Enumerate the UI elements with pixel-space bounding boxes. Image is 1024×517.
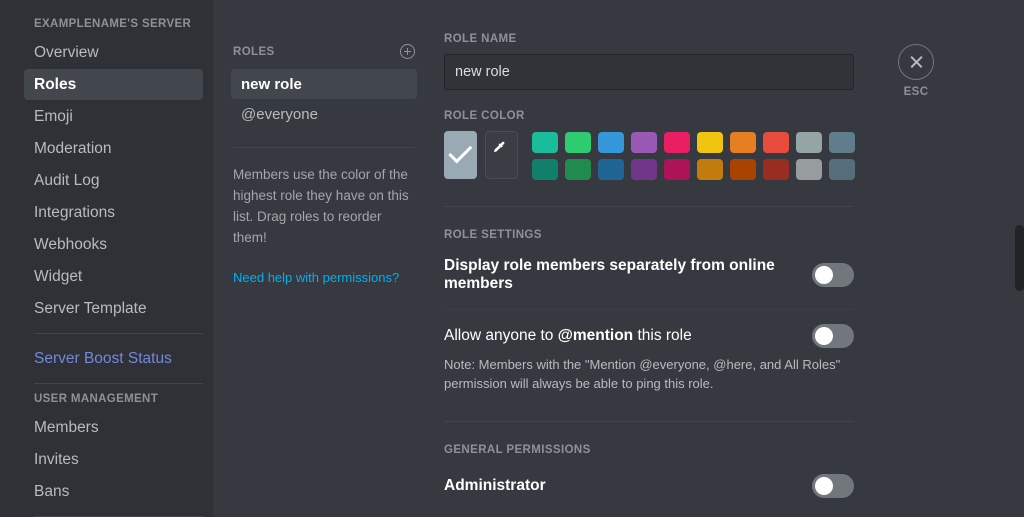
color-swatch-r2-c9[interactable] (796, 159, 822, 180)
role-settings-label: ROLE SETTINGS (444, 229, 542, 241)
sidebar-item-label: Server Template (34, 299, 147, 317)
check-icon (447, 139, 472, 164)
setting-row-administrator: Administrator (444, 474, 854, 498)
setting-label: Allow anyone to @mention this role (444, 327, 692, 345)
setting-row-display-separately: Display role members separately from onl… (444, 257, 854, 293)
toggle-knob (815, 477, 833, 495)
color-swatch-r2-c7[interactable] (730, 159, 756, 180)
section-divider (444, 206, 854, 207)
toggle-display-separately[interactable] (812, 263, 854, 287)
setting-label: Display role members separately from onl… (444, 257, 775, 292)
custom-color-swatch[interactable] (485, 131, 518, 179)
color-swatch-r2-c5[interactable] (664, 159, 690, 180)
color-swatch-r1-c5[interactable] (664, 132, 690, 153)
sidebar-item-moderation[interactable]: Moderation (24, 133, 203, 164)
plus-circle-icon[interactable] (400, 44, 415, 59)
setting-row-allow-mention: Allow anyone to @mention this role (444, 324, 854, 348)
color-swatch-r1-c10[interactable] (829, 132, 855, 153)
sidebar-item-label: Roles (34, 75, 77, 93)
color-swatch-r2-c2[interactable] (565, 159, 591, 180)
sidebar-item-label: Overview (34, 43, 99, 61)
color-swatch-r2-c6[interactable] (697, 159, 723, 180)
sidebar-item-overview[interactable]: Overview (24, 37, 203, 68)
sidebar-item-label: Moderation (34, 139, 112, 157)
sidebar-divider (34, 333, 203, 334)
settings-sidebar: EXAMPLENAME'S SERVER Overview Roles Emoj… (0, 0, 213, 517)
role-color-label: ROLE COLOR (444, 110, 525, 122)
sidebar-item-invites[interactable]: Invites (24, 444, 203, 475)
toggle-allow-mention[interactable] (812, 324, 854, 348)
sidebar-item-emoji[interactable]: Emoji (24, 101, 203, 132)
color-swatch-r2-c4[interactable] (631, 159, 657, 180)
color-swatch-r1-c1[interactable] (532, 132, 558, 153)
color-swatch-r1-c2[interactable] (565, 132, 591, 153)
color-swatch-r1-c4[interactable] (631, 132, 657, 153)
close-settings-area: ESC (886, 44, 946, 98)
toggle-administrator[interactable] (812, 474, 854, 498)
roles-help-note: Members use the color of the highest rol… (233, 167, 409, 245)
sidebar-divider (34, 383, 203, 384)
color-swatch-r1-c9[interactable] (796, 132, 822, 153)
server-name-header: EXAMPLENAME'S SERVER (34, 18, 192, 30)
sidebar-item-label: Emoji (34, 107, 73, 125)
role-name-input[interactable] (444, 54, 854, 90)
sidebar-item-webhooks[interactable]: Webhooks (24, 229, 203, 260)
sidebar-item-label: Widget (34, 267, 83, 285)
roles-list-panel: ROLES new role @everyone Members use the… (213, 0, 435, 517)
role-item-label: @everyone (241, 105, 318, 123)
setting-label-suffix: this role (633, 327, 692, 344)
role-color-picker (444, 131, 855, 180)
role-name-label: ROLE NAME (444, 33, 517, 45)
sidebar-item-label: Audit Log (34, 171, 100, 189)
mention-note-text: Note: Members with the "Mention @everyon… (444, 357, 841, 391)
settings-window: EXAMPLENAME'S SERVER Overview Roles Emoj… (0, 0, 1024, 517)
roles-list-header: ROLES (213, 44, 435, 59)
permission-label: Administrator (444, 477, 546, 494)
color-swatch-r2-c3[interactable] (598, 159, 624, 180)
default-color-swatch[interactable] (444, 131, 478, 179)
sidebar-item-widget[interactable]: Widget (24, 261, 203, 292)
permissions-help-link[interactable]: Need help with permissions? (213, 248, 435, 285)
close-x-icon[interactable] (898, 44, 934, 80)
toggle-knob (815, 266, 833, 284)
sidebar-item-label: Bans (34, 482, 70, 500)
sidebar-item-server-boost-status[interactable]: Server Boost Status (24, 343, 203, 374)
section-divider (444, 309, 854, 310)
sidebar-item-bans[interactable]: Bans (24, 476, 203, 507)
roles-divider (233, 147, 415, 148)
sidebar-item-label: Members (34, 418, 99, 436)
roles-header-label: ROLES (233, 45, 275, 58)
toggle-knob (815, 327, 833, 345)
esc-label: ESC (903, 86, 929, 98)
sidebar-item-server-template[interactable]: Server Template (24, 293, 203, 324)
section-divider (444, 421, 854, 422)
user-management-header: USER MANAGEMENT (34, 393, 159, 405)
color-swatch-r1-c6[interactable] (697, 132, 723, 153)
general-permissions-label: GENERAL PERMISSIONS (444, 444, 591, 456)
main-scrollbar-thumb[interactable] (1015, 225, 1024, 291)
role-list-item-new-role[interactable]: new role (231, 69, 417, 99)
sidebar-item-label: Invites (34, 450, 79, 468)
sidebar-item-label: Server Boost Status (34, 349, 172, 367)
sidebar-item-roles[interactable]: Roles (24, 69, 203, 100)
sidebar-item-integrations[interactable]: Integrations (24, 197, 203, 228)
color-swatch-r1-c3[interactable] (598, 132, 624, 153)
color-swatch-r1-c8[interactable] (763, 132, 789, 153)
color-swatch-r2-c1[interactable] (532, 159, 558, 180)
role-list-item-everyone[interactable]: @everyone (231, 99, 417, 129)
sidebar-item-label: Integrations (34, 203, 115, 221)
color-swatch-r2-c8[interactable] (763, 159, 789, 180)
color-swatch-r1-c7[interactable] (730, 132, 756, 153)
setting-label-bold: @mention (557, 327, 634, 344)
sidebar-item-audit-log[interactable]: Audit Log (24, 165, 203, 196)
sidebar-item-label: Webhooks (34, 235, 107, 253)
eyedropper-icon (494, 141, 505, 153)
color-swatch-r2-c10[interactable] (829, 159, 855, 180)
color-palette-grid (532, 132, 855, 180)
role-item-label: new role (241, 75, 302, 93)
sidebar-item-members[interactable]: Members (24, 412, 203, 443)
setting-label-prefix: Allow anyone to (444, 327, 558, 344)
